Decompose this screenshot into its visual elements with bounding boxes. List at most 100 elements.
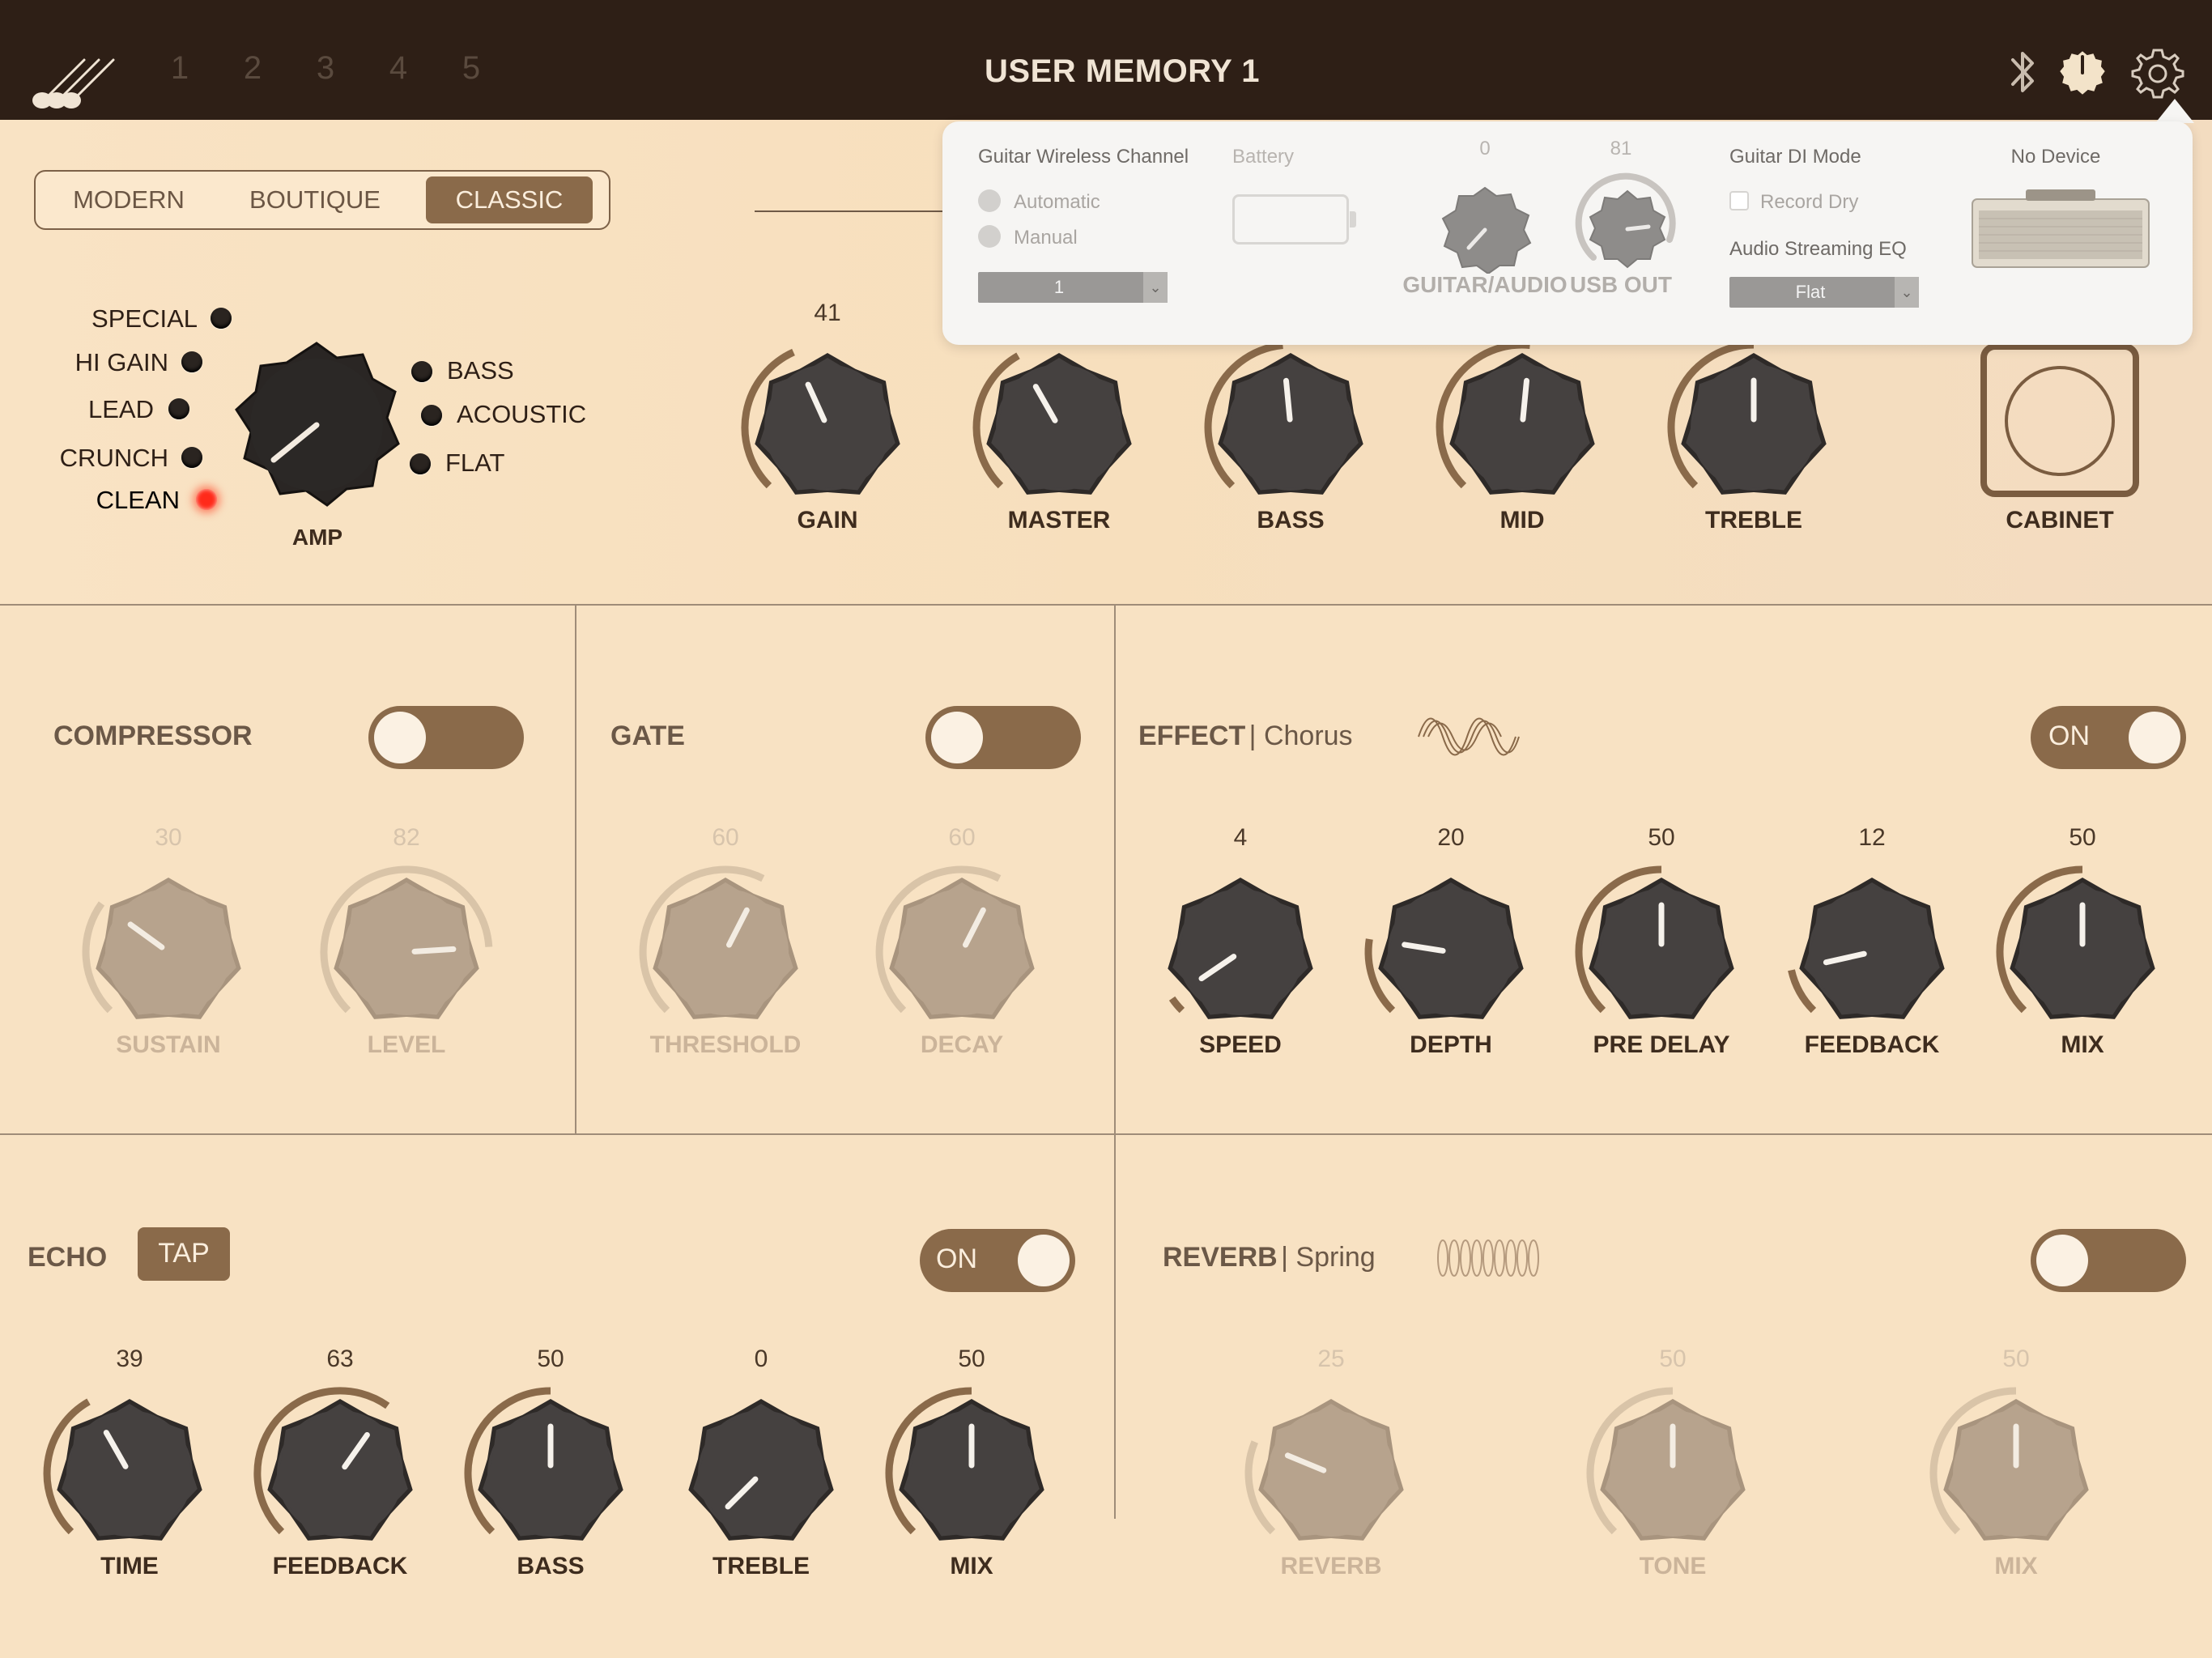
guitar-audio-knob[interactable]: [1414, 185, 1556, 274]
memory-slot-3[interactable]: 3: [301, 50, 350, 87]
reverb-tone-value: 50: [1659, 1346, 1687, 1372]
reverb-reverb-label: REVERB: [1280, 1553, 1382, 1579]
gate-decay-knob[interactable]: [869, 859, 1055, 1045]
effect-speed-level-arc: [1168, 996, 1185, 1014]
amp-type-boutique[interactable]: BOUTIQUE: [238, 176, 392, 223]
gate-threshold-value: 60: [712, 824, 739, 851]
amp-bass-knob[interactable]: [1197, 334, 1384, 521]
divider: [0, 604, 2212, 606]
battery-label: Battery: [1232, 146, 1295, 168]
echo-toggle[interactable]: ON: [920, 1229, 1075, 1292]
effect-toggle[interactable]: ON: [2031, 706, 2186, 769]
usb-out-value: 81: [1610, 138, 1632, 159]
memory-slot-5[interactable]: 5: [447, 50, 496, 87]
echo-toggle-label: ON: [936, 1244, 977, 1274]
effect-feedback-knob[interactable]: [1779, 859, 1965, 1045]
memory-slot-1[interactable]: 1: [155, 50, 204, 87]
effect-depth-knob[interactable]: [1358, 859, 1544, 1045]
reverb-title: REVERB: [1163, 1242, 1278, 1273]
echo-feedback-value: 63: [326, 1346, 354, 1372]
usb-out-label: USB OUT: [1570, 272, 1672, 297]
gear-icon[interactable]: [2129, 45, 2186, 102]
compressor-level-value: 82: [393, 824, 420, 851]
cabinet-button[interactable]: [1980, 343, 2139, 497]
gate-title: GATE: [610, 721, 685, 751]
tap-button[interactable]: TAP: [138, 1227, 230, 1281]
channel-dropdown[interactable]: 1 ⌄: [978, 272, 1168, 303]
reverb-toggle[interactable]: [2031, 1229, 2186, 1292]
echo-treble-knob[interactable]: [668, 1380, 854, 1567]
reverb-tone-knob[interactable]: [1580, 1380, 1766, 1567]
channel-label-clean: CLEAN: [96, 486, 180, 514]
amp-mid-label: MID: [1499, 507, 1545, 534]
toggle-thumb: [374, 712, 426, 763]
memory-slot-4[interactable]: 4: [374, 50, 423, 87]
gate-decay-label: DECAY: [920, 1031, 1004, 1058]
tuner-icon[interactable]: [2057, 47, 2108, 99]
eq-label-acoustic: ACOUSTIC: [457, 400, 587, 428]
streaming-eq-dropdown[interactable]: Flat ⌄: [1729, 277, 1919, 308]
page-title: USER MEMORY 1: [985, 53, 1260, 89]
echo-time-value: 39: [116, 1346, 143, 1372]
effect-pre-delay-label: PRE DELAY: [1593, 1031, 1730, 1058]
echo-feedback-label: FEEDBACK: [272, 1553, 408, 1579]
echo-time-knob[interactable]: [36, 1380, 223, 1567]
gate-decay-value: 60: [948, 824, 976, 851]
gate-threshold-knob[interactable]: [632, 859, 819, 1045]
reverb-mix-label: MIX: [1994, 1553, 2038, 1579]
amp-treble-knob[interactable]: [1661, 334, 1847, 521]
effect-header[interactable]: EFFECT | Chorus: [1138, 721, 1353, 752]
compressor-sustain-value: 30: [155, 824, 182, 851]
reverb-tone-label: TONE: [1639, 1553, 1707, 1579]
bluetooth-icon[interactable]: [2006, 45, 2040, 99]
echo-feedback-knob[interactable]: [247, 1380, 433, 1567]
echo-bass-value: 50: [537, 1346, 564, 1372]
toggle-thumb: [2036, 1235, 2088, 1286]
divider: [575, 604, 576, 1133]
amp-gain-label: GAIN: [797, 507, 858, 534]
record-dry-checkbox[interactable]: [1729, 191, 1749, 210]
reverb-mix-value: 50: [2002, 1346, 2030, 1372]
manual-label: Manual: [1014, 227, 1078, 249]
channel-led-clean: [196, 489, 217, 510]
compressor-title: COMPRESSOR: [53, 721, 253, 751]
gate-toggle[interactable]: [925, 706, 1081, 769]
amp-gain-knob[interactable]: [734, 334, 921, 521]
reverb-reverb-knob[interactable]: [1238, 1380, 1424, 1567]
amp-selector-knob[interactable]: [232, 340, 402, 510]
memory-slot-2[interactable]: 2: [228, 50, 277, 87]
effect-mix-knob[interactable]: [1989, 859, 2176, 1045]
guitars-logo-icon[interactable]: [31, 49, 120, 113]
di-mode-title: Guitar DI Mode: [1729, 146, 1861, 168]
channel-led-hi-gain: [181, 351, 202, 372]
reverb-mix-knob[interactable]: [1923, 1380, 2109, 1567]
amp-master-knob[interactable]: [966, 334, 1152, 521]
compressor-level-label: LEVEL: [367, 1031, 446, 1058]
radio-automatic[interactable]: [978, 189, 1001, 212]
effect-pre-delay-value: 50: [1648, 824, 1675, 851]
compressor-toggle[interactable]: [368, 706, 524, 769]
amp-mid-knob[interactable]: [1429, 334, 1615, 521]
effect-speed-label: SPEED: [1199, 1031, 1282, 1058]
echo-bass-knob[interactable]: [457, 1380, 644, 1567]
channel-led-crunch: [181, 447, 202, 468]
radio-manual[interactable]: [978, 225, 1001, 248]
amp-selector-label: AMP: [291, 525, 343, 550]
reverb-header[interactable]: REVERB | Spring: [1163, 1242, 1376, 1273]
amp-type-classic[interactable]: CLASSIC: [426, 176, 593, 223]
cabinet-label: CABINET: [2006, 507, 2114, 534]
usb-out-knob[interactable]: [1569, 168, 1682, 274]
reverb-type: | Spring: [1281, 1242, 1376, 1273]
eq-led-flat: [410, 453, 431, 474]
divider: [0, 1133, 2212, 1135]
toggle-thumb: [2129, 712, 2180, 763]
amp-type-modern[interactable]: MODERN: [52, 176, 206, 223]
echo-mix-knob[interactable]: [878, 1380, 1065, 1567]
effect-pre-delay-knob[interactable]: [1568, 859, 1755, 1045]
compressor-level-knob[interactable]: [313, 859, 500, 1045]
channel-label-hi-gain: HI GAIN: [74, 348, 168, 376]
compressor-sustain-knob[interactable]: [75, 859, 262, 1045]
effect-speed-knob[interactable]: [1147, 859, 1334, 1045]
echo-title: ECHO: [28, 1242, 108, 1273]
eq-led-acoustic: [421, 405, 442, 426]
